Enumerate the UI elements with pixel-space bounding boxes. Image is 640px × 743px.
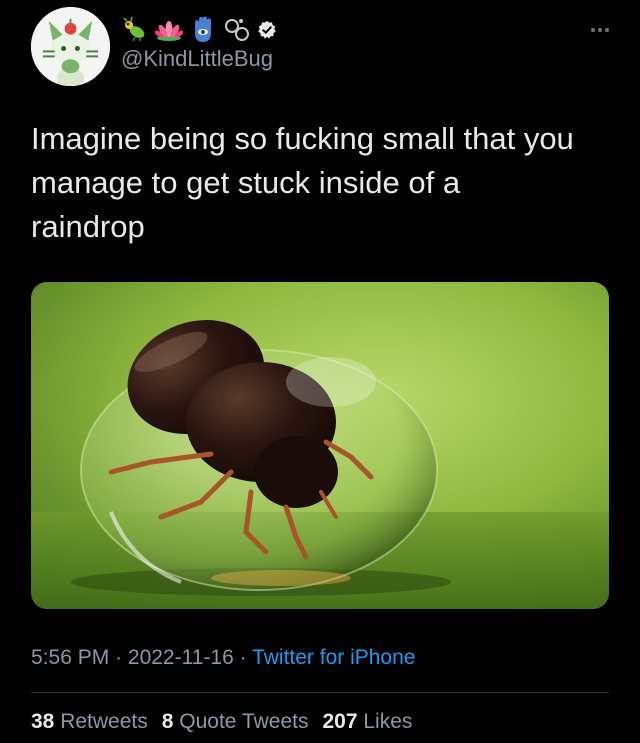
- avatar-cat-icon: [31, 7, 110, 86]
- more-dot-icon: [591, 28, 595, 32]
- tweet-stats: 38 Retweets 8 Quote Tweets 207 Likes: [31, 710, 412, 734]
- meta-separator: ·: [233, 646, 253, 669]
- verified-badge-icon: [258, 20, 276, 39]
- more-dot-icon: [598, 28, 602, 32]
- display-name-row[interactable]: [121, 14, 277, 46]
- retweets-label: Retweets: [60, 710, 148, 733]
- hamsa-emoji-icon: [195, 16, 211, 42]
- tweet-time[interactable]: 5:56 PM: [31, 646, 109, 669]
- more-options-button[interactable]: [586, 20, 614, 40]
- tweet-image[interactable]: [31, 282, 609, 609]
- likes-count: 207: [322, 710, 358, 733]
- bug-emoji-icon: [123, 16, 145, 42]
- quote-tweets-count: 8: [161, 710, 174, 733]
- retweets-stat[interactable]: 38 Retweets: [31, 710, 148, 733]
- lotus-emoji-icon: [155, 21, 183, 41]
- meta-separator: ·: [109, 646, 128, 669]
- retweets-count: 38: [31, 710, 55, 733]
- tweet-date[interactable]: 2022-11-16: [128, 646, 234, 669]
- quote-tweets-label: Quote Tweets: [179, 710, 309, 733]
- divider: [31, 692, 609, 693]
- author-handle[interactable]: @KindLittleBug: [121, 46, 273, 72]
- beetle-in-raindrop-image: [31, 282, 609, 609]
- likes-label: Likes: [363, 710, 413, 733]
- more-dot-icon: [605, 28, 609, 32]
- tweet-text: Imagine being so fucking small that you …: [31, 121, 574, 244]
- likes-stat[interactable]: 207 Likes: [322, 710, 412, 733]
- rings-emoji-icon: [225, 19, 249, 41]
- tweet-source-link[interactable]: Twitter for iPhone: [252, 646, 415, 669]
- avatar[interactable]: [31, 7, 110, 86]
- quote-tweets-stat[interactable]: 8 Quote Tweets: [162, 710, 309, 733]
- tweet-timestamp-line: 5:56 PM · 2022-11-16 · Twitter for iPhon…: [31, 646, 415, 670]
